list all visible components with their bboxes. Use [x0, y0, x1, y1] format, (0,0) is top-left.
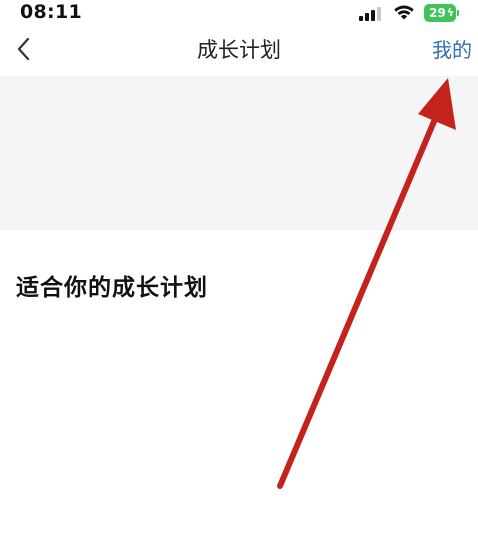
charging-bolt-icon: ϟ: [446, 6, 454, 19]
status-bar: 08:11 29 ϟ: [0, 0, 478, 28]
section-heading: 适合你的成长计划: [16, 275, 208, 301]
status-time: 08:11: [20, 1, 82, 23]
banner-area: [0, 76, 478, 230]
battery-indicator: 29 ϟ: [424, 4, 456, 22]
navigation-bar: 成长计划 我的: [0, 28, 478, 76]
battery-level: 29: [429, 6, 446, 20]
my-plans-link[interactable]: 我的: [432, 34, 472, 63]
wifi-icon: [392, 3, 416, 21]
cellular-signal-icon: [359, 5, 383, 21]
battery-tip: [457, 10, 459, 16]
page-title: 成长计划: [197, 38, 281, 62]
